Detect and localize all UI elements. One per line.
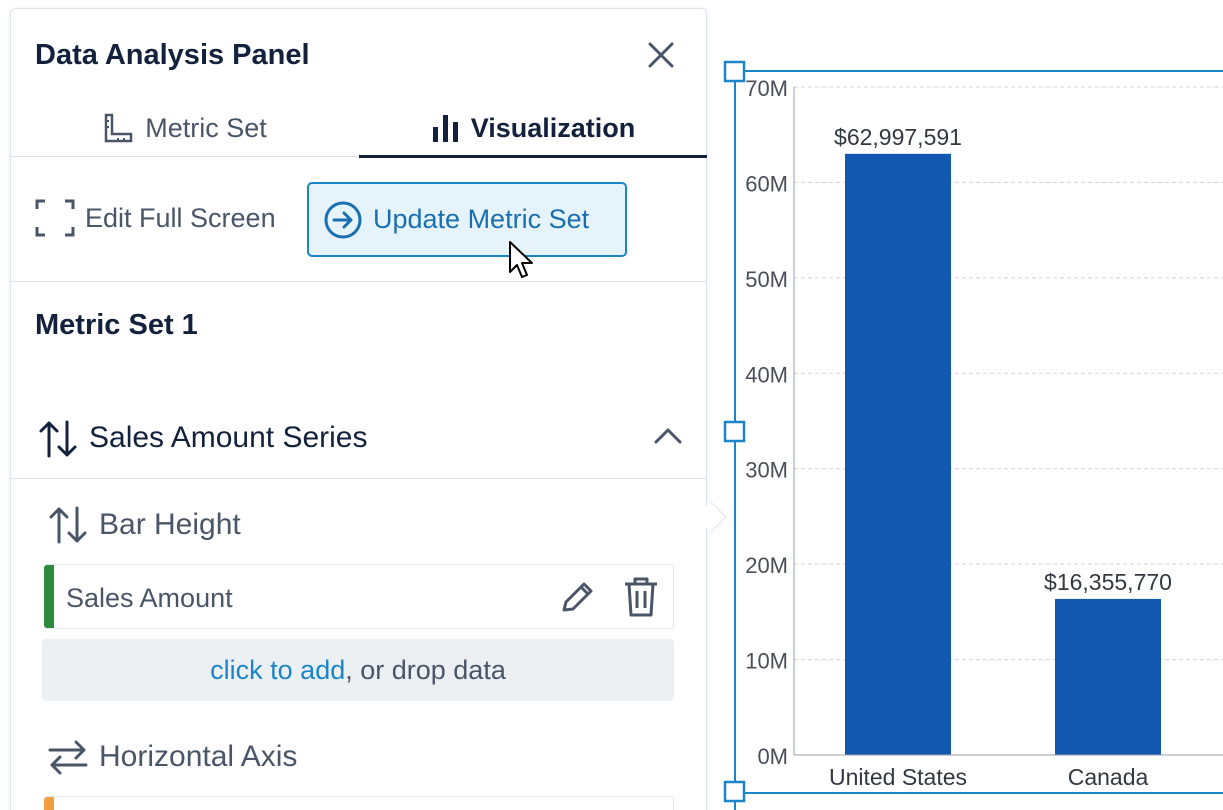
field-name: Sales Amount xyxy=(66,583,233,613)
y-tick-label: 0M xyxy=(757,744,788,769)
horizontal-axis-text: Horizontal Axis xyxy=(99,740,298,773)
fullscreen-icon xyxy=(35,199,75,237)
bar-height-label: Bar Height xyxy=(47,505,241,545)
panel-toolbar: Edit Full Screen Update Metric Set xyxy=(11,157,706,282)
update-metric-set-button[interactable]: Update Metric Set xyxy=(307,182,627,257)
resize-handle-top-left[interactable] xyxy=(723,60,746,83)
close-button[interactable] xyxy=(645,39,677,71)
bar-chart-icon xyxy=(432,115,458,142)
data-analysis-panel: Data Analysis Panel Metric Set Visualiza… xyxy=(10,8,707,810)
field-accent xyxy=(44,797,54,810)
y-tick-label: 30M xyxy=(745,458,788,483)
y-tick-label: 70M xyxy=(745,76,788,101)
field-horizontal-axis[interactable] xyxy=(44,796,674,810)
drop-zone[interactable]: click to add, or drop data xyxy=(42,639,674,701)
sort-vertical-icon xyxy=(49,506,87,544)
resize-handle-bottom-left[interactable] xyxy=(723,780,746,803)
close-icon xyxy=(648,42,674,68)
ruler-icon xyxy=(104,113,133,143)
y-tick-label: 20M xyxy=(745,553,788,578)
trash-icon[interactable] xyxy=(622,576,660,618)
arrow-circle-right-icon xyxy=(324,201,362,238)
click-to-add-link[interactable]: click to add xyxy=(210,655,345,685)
tab-visualization-label: Visualization xyxy=(470,112,636,143)
bar-height-text: Bar Height xyxy=(99,508,241,541)
drop-zone-text: , or drop data xyxy=(345,655,506,685)
panel-tabs: Metric Set Visualization xyxy=(11,99,707,158)
field-sales-amount[interactable]: Sales Amount xyxy=(44,564,674,629)
field-accent xyxy=(44,565,54,628)
mouse-cursor-icon xyxy=(509,241,533,278)
edit-full-screen-label: Edit Full Screen xyxy=(85,202,276,233)
y-tick-label: 60M xyxy=(745,171,788,196)
y-tick-label: 50M xyxy=(745,267,788,292)
resize-handle-middle-left[interactable] xyxy=(723,420,746,443)
tab-metric-set[interactable]: Metric Set xyxy=(11,99,359,157)
y-tick-label: 40M xyxy=(745,362,788,387)
x-category-label: United States xyxy=(829,764,967,790)
pencil-icon[interactable] xyxy=(558,579,596,617)
metric-set-title: Metric Set 1 xyxy=(35,309,198,341)
bar-chart[interactable]: 0M 10M 20M 30M 40M 50M 60M 70M $62,997,591 $16,3… xyxy=(715,60,1223,810)
update-metric-set-label: Update Metric Set xyxy=(373,204,590,234)
tab-metric-set-label: Metric Set xyxy=(145,112,267,143)
swap-horizontal-icon xyxy=(48,740,88,775)
chevron-up-icon[interactable] xyxy=(653,425,683,445)
edit-full-screen-button[interactable]: Edit Full Screen xyxy=(35,199,276,237)
horizontal-axis-label: Horizontal Axis xyxy=(47,737,297,777)
data-label: $62,997,591 xyxy=(834,124,962,150)
data-label: $16,355,770 xyxy=(1044,569,1172,595)
x-category-label: Canada xyxy=(1068,764,1149,790)
sort-vertical-icon xyxy=(39,420,77,458)
panel-title: Data Analysis Panel xyxy=(35,39,310,71)
y-tick-label: 10M xyxy=(745,649,788,674)
bar[interactable] xyxy=(1055,598,1161,755)
tab-visualization[interactable]: Visualization xyxy=(359,99,707,158)
chart-svg: 0M 10M 20M 30M 40M 50M 60M 70M $62,997,591 $16,3… xyxy=(723,60,1223,810)
series-title: Sales Amount Series xyxy=(89,421,368,454)
series-header[interactable]: Sales Amount Series xyxy=(11,399,706,479)
bar[interactable] xyxy=(845,153,951,755)
